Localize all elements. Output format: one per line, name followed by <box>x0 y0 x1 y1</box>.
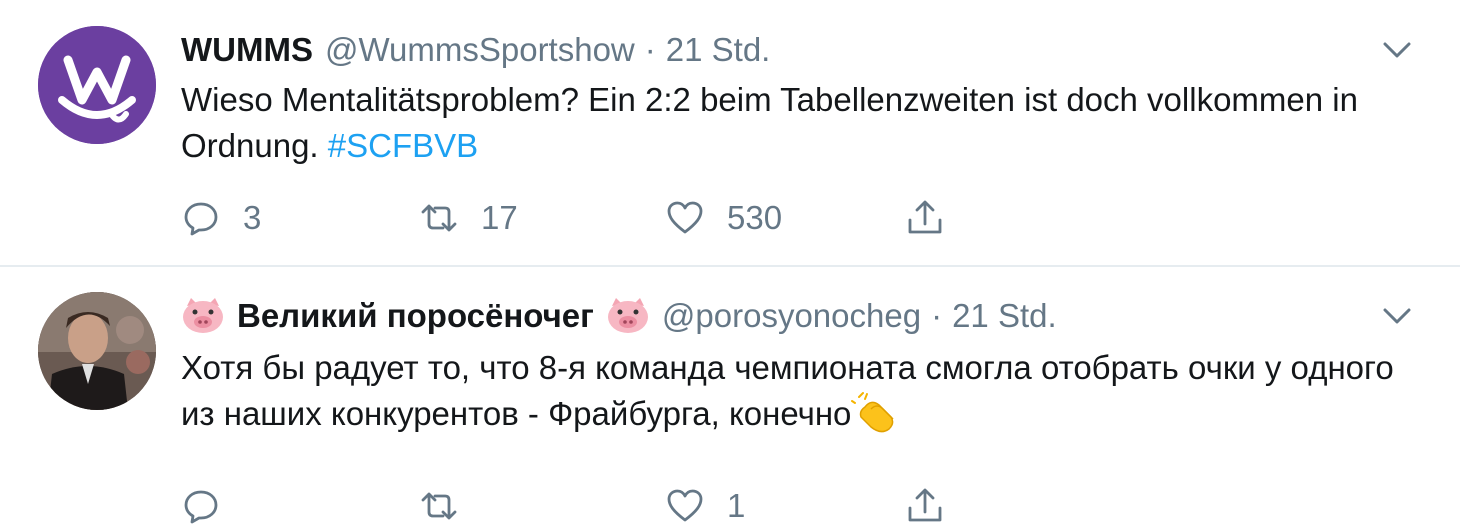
chevron-down-icon[interactable] <box>1382 306 1412 326</box>
pig-face-icon <box>183 298 223 333</box>
tweet-divider <box>0 265 1460 267</box>
pig-face-icon <box>607 298 648 333</box>
tweet[interactable]: WUMMS @WummsSportshow · 21 Std. Wieso Me… <box>0 0 1460 265</box>
hashtag-link[interactable]: #SCFBVB <box>328 127 478 164</box>
retweet-icon <box>421 204 457 232</box>
retweet-icon <box>421 492 457 520</box>
like-count: 530 <box>727 199 783 236</box>
share-icon <box>908 200 942 234</box>
clapping-hands-icon <box>851 392 894 433</box>
tweet-header: Великий поросёночег @porosyonocheg · 21 … <box>181 294 1057 338</box>
tweet-text: Хотя бы радует то, что 8-я команда чемпи… <box>181 345 1421 437</box>
share-button[interactable] <box>905 484 945 528</box>
wumms-logo-icon <box>38 26 156 144</box>
timestamp[interactable]: 21 Std. <box>666 31 771 69</box>
profile-photo <box>38 292 156 410</box>
user-handle[interactable]: @WummsSportshow <box>325 31 635 69</box>
retweet-button[interactable] <box>419 484 481 528</box>
reply-button[interactable]: 3 <box>181 196 261 240</box>
tweet-text: Wieso Mentalitätsproblem? Ein 2:2 beim T… <box>181 77 1421 169</box>
timestamp[interactable]: 21 Std. <box>952 297 1057 335</box>
avatar[interactable] <box>38 292 156 410</box>
separator-dot: · <box>931 297 943 334</box>
reply-count: 3 <box>243 199 262 236</box>
reply-button[interactable] <box>181 484 243 528</box>
chevron-down-icon[interactable] <box>1382 40 1412 60</box>
separator-dot: · <box>644 31 656 68</box>
heart-icon <box>667 201 703 234</box>
retweet-button[interactable]: 17 <box>419 196 518 240</box>
tweet-body: Хотя бы радует то, что 8-я команда чемпи… <box>181 349 1394 432</box>
display-name[interactable]: Великий поросёночег <box>237 297 594 335</box>
tweet-header: WUMMS @WummsSportshow · 21 Std. <box>181 28 770 72</box>
reply-icon <box>184 202 218 236</box>
user-handle[interactable]: @porosyonocheg <box>662 297 921 335</box>
like-button[interactable]: 530 <box>665 196 782 240</box>
display-name[interactable]: WUMMS <box>181 31 313 69</box>
heart-icon <box>667 489 703 522</box>
share-button[interactable] <box>905 196 945 240</box>
tweet-actions: 3 17 530 <box>181 196 1001 240</box>
tweet-actions: 1 <box>181 484 1001 528</box>
like-count: 1 <box>727 487 746 524</box>
share-icon <box>908 488 942 522</box>
like-button[interactable]: 1 <box>665 484 745 528</box>
avatar[interactable] <box>38 26 156 144</box>
retweet-count: 17 <box>481 199 518 236</box>
reply-icon <box>184 490 218 524</box>
